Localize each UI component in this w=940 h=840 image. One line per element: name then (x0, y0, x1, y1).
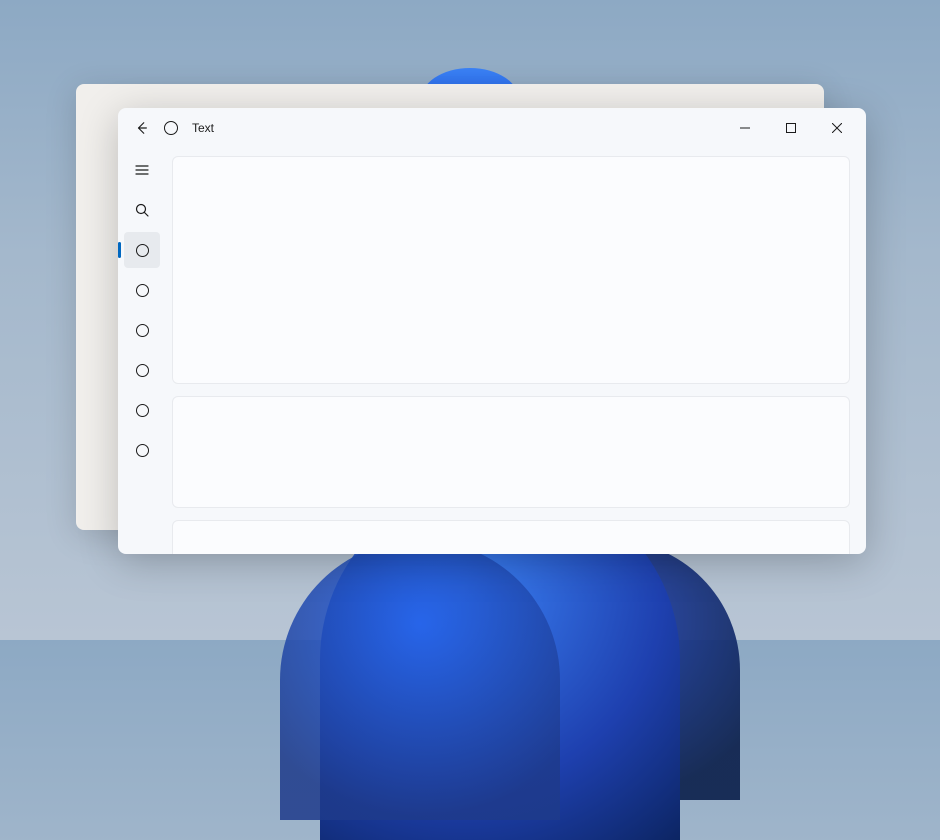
app-icon (164, 121, 178, 135)
app-window: Text (118, 108, 866, 554)
sidebar-item-2[interactable] (124, 272, 160, 308)
content-card-2 (172, 396, 850, 508)
hamburger-menu-button[interactable] (124, 152, 160, 188)
content-card-1 (172, 156, 850, 384)
search-button[interactable] (124, 192, 160, 228)
wallpaper-shape (480, 540, 740, 800)
sidebar-item-1[interactable] (124, 232, 160, 268)
minimize-button[interactable] (722, 112, 768, 144)
wallpaper-shape (280, 540, 560, 820)
sidebar-item-5[interactable] (124, 392, 160, 428)
circle-icon (136, 324, 149, 337)
circle-icon (136, 364, 149, 377)
back-button[interactable] (134, 120, 150, 136)
maximize-button[interactable] (768, 112, 814, 144)
circle-icon (136, 444, 149, 457)
window-title: Text (192, 121, 214, 135)
circle-icon (136, 284, 149, 297)
sidebar-item-4[interactable] (124, 352, 160, 388)
content-area (166, 148, 866, 554)
sidebar-item-6[interactable] (124, 432, 160, 468)
titlebar-left: Text (124, 120, 214, 136)
circle-icon (136, 404, 149, 417)
close-button[interactable] (814, 112, 860, 144)
circle-icon (136, 244, 149, 257)
window-body (118, 148, 866, 554)
titlebar: Text (118, 108, 866, 148)
sidebar-item-3[interactable] (124, 312, 160, 348)
sidebar (118, 148, 166, 554)
content-card-3 (172, 520, 850, 554)
